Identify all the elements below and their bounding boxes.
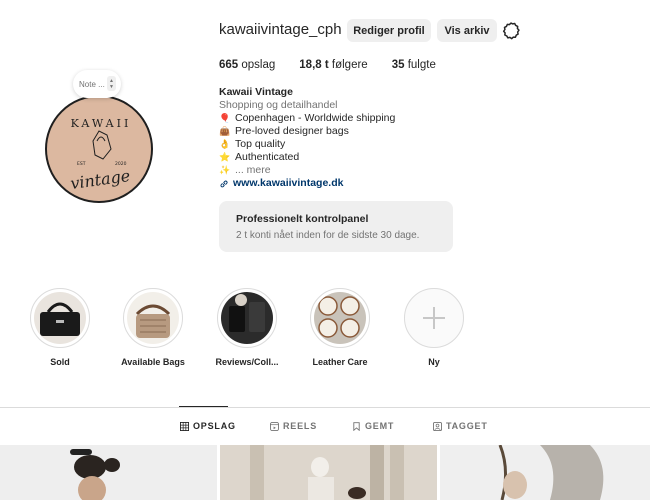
note-stepper-icon[interactable]: ▲ ▼ — [107, 76, 116, 91]
highlight-sold[interactable]: Sold — [20, 288, 100, 367]
tab-saved[interactable]: GEMT — [352, 421, 394, 431]
highlight-thumbnail — [314, 292, 366, 344]
edit-profile-button[interactable]: Rediger profil — [347, 19, 431, 42]
avatar[interactable]: KAWAII EST 2020 vintage — [45, 95, 153, 203]
dashboard-title: Professionelt kontrolpanel — [236, 213, 369, 225]
post-thumbnail[interactable] — [0, 445, 217, 500]
note-bubble[interactable]: Note ... ▲ ▼ — [73, 70, 121, 98]
post-thumbnail[interactable] — [440, 445, 650, 500]
ok-hand-icon: 👌 — [219, 139, 231, 149]
highlight-reviews[interactable]: Reviews/Coll... — [207, 288, 287, 367]
bio-line: 👜 Pre-loved designer bags — [219, 125, 349, 137]
bio-more[interactable]: ✨... mere — [219, 164, 395, 177]
highlight-leather-care[interactable]: Leather Care — [300, 288, 380, 367]
highlight-thumbnail — [221, 292, 273, 344]
bookmark-icon — [353, 421, 360, 431]
balloon-icon: 🎈 — [219, 113, 231, 123]
dashboard-subtitle: 2 t konti nået inden for de sidste 30 da… — [236, 230, 420, 241]
profile-avatar[interactable]: KAWAII EST 2020 vintage — [45, 95, 153, 203]
highlight-thumbnail — [127, 292, 179, 344]
bio: Kawaii Vintage Shopping og detailhandel … — [219, 86, 395, 190]
tab-posts[interactable]: OPSLAG — [180, 421, 236, 431]
logo-wordmark: KAWAII — [71, 117, 132, 130]
bio-line: 🎈 Copenhagen - Worldwide shipping — [219, 112, 396, 124]
plus-icon[interactable] — [404, 288, 464, 348]
bio-website-link[interactable]: www.kawaiivintage.dk — [219, 177, 395, 190]
tag-icon — [433, 421, 442, 431]
star-icon: ⭐ — [219, 152, 231, 162]
bio-category: Shopping og detailhandel — [219, 99, 338, 111]
grid-icon — [180, 421, 189, 431]
logo-est: EST — [77, 161, 86, 167]
stat-followers[interactable]: 18,8 t følgere — [299, 59, 367, 71]
reels-icon — [270, 421, 279, 431]
active-tab-indicator — [179, 406, 228, 407]
professional-dashboard-card[interactable]: Professionelt kontrolpanel 2 t konti nåe… — [219, 201, 453, 252]
kawaii-logo-icon: KAWAII EST 2020 vintage — [69, 117, 132, 193]
bio-line: 👌 Top quality — [219, 138, 286, 150]
highlight-thumbnail — [34, 292, 86, 344]
bio-name: Kawaii Vintage — [219, 86, 293, 98]
stat-posts[interactable]: 665 opslag — [219, 59, 275, 71]
note-label: Note ... — [79, 79, 105, 89]
stat-following[interactable]: 35 fulgte — [392, 59, 436, 71]
profile-stats: 665 opslag 18,8 t følgere 35 fulgte — [219, 59, 460, 71]
view-archive-button[interactable]: Vis arkiv — [437, 19, 497, 42]
post-thumbnail[interactable] — [220, 445, 437, 500]
bio-line: ⭐ Authenticated — [219, 151, 300, 163]
username: kawaiivintage_cph — [219, 21, 342, 38]
tab-tagged[interactable]: TAGGET — [433, 421, 488, 431]
gear-icon[interactable] — [501, 21, 521, 41]
tab-reels[interactable]: REELS — [270, 421, 317, 431]
handbag-icon: 👜 — [219, 126, 231, 136]
logo-script: vintage — [69, 166, 131, 193]
highlight-available-bags[interactable]: Available Bags — [113, 288, 193, 367]
highlight-new[interactable]: Ny — [394, 288, 474, 367]
sparkles-icon: ✨ — [219, 165, 231, 175]
tabs-divider — [0, 407, 650, 408]
link-icon — [220, 180, 228, 187]
